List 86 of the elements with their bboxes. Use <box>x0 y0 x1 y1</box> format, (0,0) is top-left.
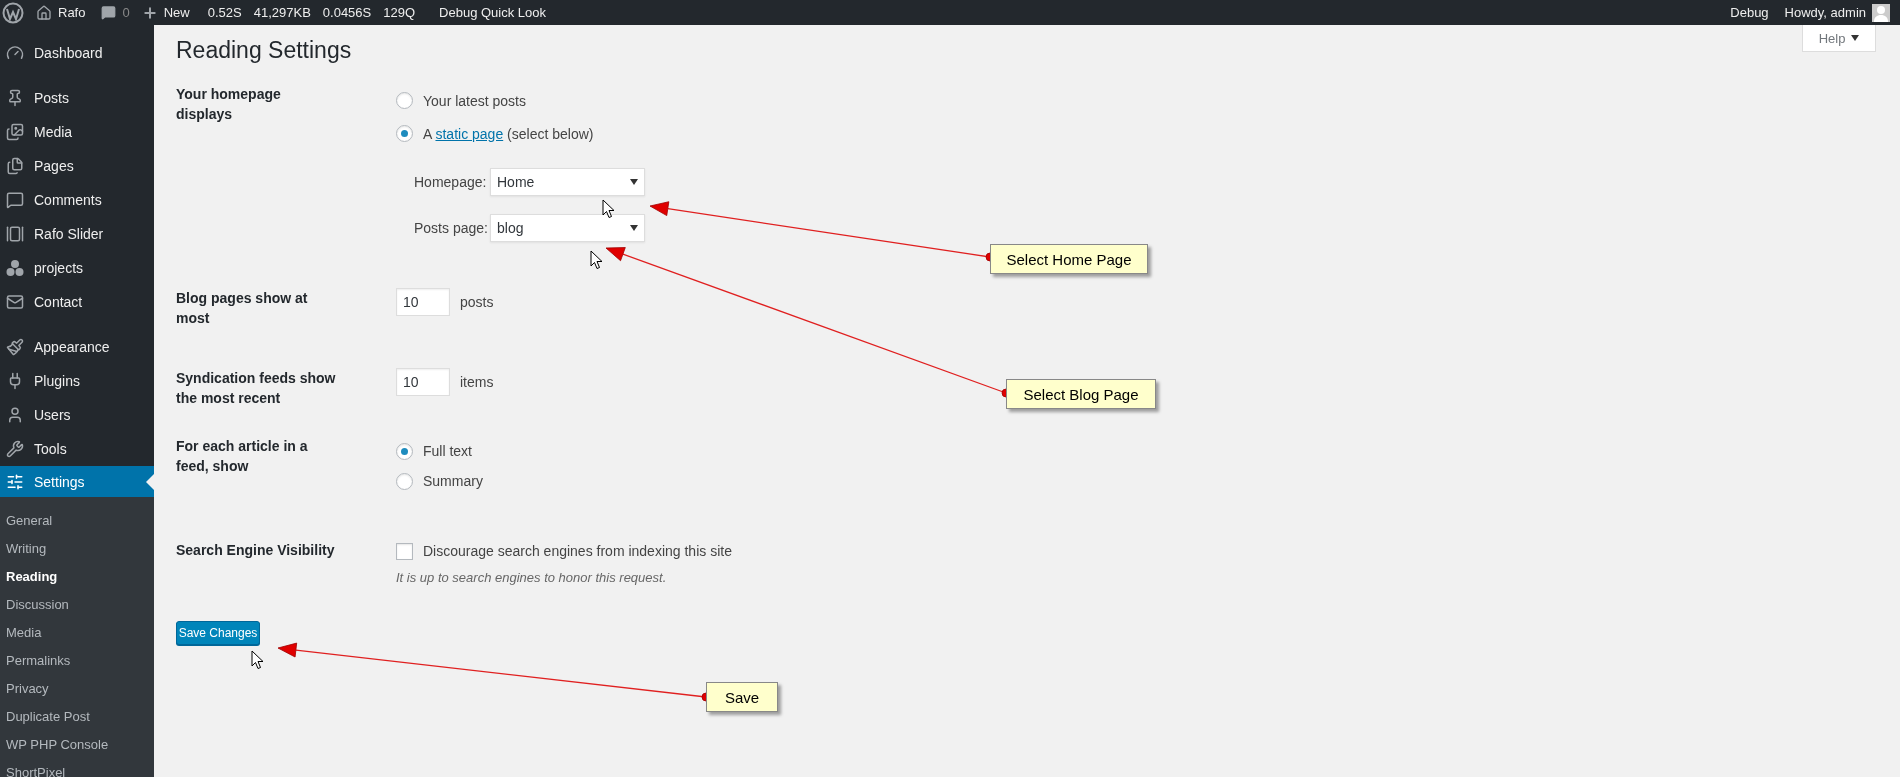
menu-item[interactable]: Pages <box>0 149 154 183</box>
menu-item[interactable]: Contact <box>0 285 154 319</box>
radio-button[interactable] <box>396 92 413 109</box>
menu-item[interactable]: Comments <box>0 183 154 217</box>
submenu-item[interactable]: Duplicate Post <box>6 708 90 724</box>
option-label: Summary <box>423 473 483 489</box>
checkbox[interactable] <box>396 542 413 560</box>
option-label: Full text <box>423 443 472 459</box>
submenu-item[interactable]: Permalinks <box>6 652 71 668</box>
hint-text: It is up to search engines to honor this request. <box>396 570 668 585</box>
radio-button[interactable] <box>396 472 413 490</box>
page-dropdown[interactable]: blog <box>490 214 645 242</box>
field-label: Syndication feeds show the most recent <box>176 369 336 408</box>
mouse-pointer-icon <box>251 650 264 670</box>
page-title: Reading Settings <box>176 37 352 64</box>
circles-icon <box>6 259 24 277</box>
comment-icon[interactable] <box>101 5 117 20</box>
account-greeting[interactable]: Howdy, admin <box>1784 5 1866 20</box>
number-field[interactable]: 10 <box>396 288 450 316</box>
menu-item-icon <box>6 406 24 424</box>
wordpress-logo[interactable] <box>2 1 24 24</box>
menu-item-icon <box>6 472 24 491</box>
submenu-item[interactable]: WP PHP Console <box>6 736 109 752</box>
home-icon[interactable] <box>36 4 52 21</box>
avatar[interactable] <box>1872 3 1890 22</box>
menu-item-icon <box>6 123 24 141</box>
debug-stat: 0.0456S <box>322 5 372 20</box>
menu-item-icon <box>6 89 24 107</box>
static-page-link[interactable]: static page <box>435 125 504 142</box>
field-label: Your homepage displays <box>176 85 282 124</box>
menu-item[interactable]: Posts <box>0 81 154 115</box>
menu-item-icon <box>6 157 24 175</box>
new-link[interactable]: New <box>163 5 190 20</box>
menu-item-icon <box>6 338 24 356</box>
caret-icon <box>1851 35 1860 41</box>
debug-stat: 41,297KB <box>253 5 311 20</box>
radio-button[interactable] <box>396 442 413 460</box>
site-name[interactable]: Rafo <box>58 5 86 20</box>
menu-item-icon <box>6 191 24 209</box>
mouse-pointer-icon <box>602 199 615 219</box>
callout-note: Select Blog Page <box>1006 379 1156 409</box>
page-dropdown[interactable]: Home <box>490 168 645 196</box>
menu-item[interactable]: Users <box>0 398 154 432</box>
menu-item[interactable]: Tools <box>0 432 154 466</box>
menu-item[interactable]: Plugins <box>0 364 154 398</box>
menu-item[interactable]: Media <box>0 115 154 149</box>
menu-item-icon <box>6 225 24 243</box>
number-field[interactable]: 10 <box>396 368 450 396</box>
field-label: Search Engine Visibility <box>176 541 336 560</box>
submenu-item[interactable]: ShortPixel <box>6 764 66 777</box>
select-label: Homepage: <box>414 174 484 190</box>
menu-item-icon <box>6 440 24 458</box>
quick-look-link[interactable]: Debug Quick Look <box>439 5 546 20</box>
menu-item[interactable]: Settings <box>0 466 154 497</box>
save-changes-button[interactable]: Save Changes <box>176 621 260 645</box>
debug-link[interactable]: Debug <box>1730 5 1769 20</box>
menu-item-icon <box>6 293 24 311</box>
menu-item[interactable]: projects <box>0 251 154 285</box>
submenu-item[interactable]: Writing <box>6 540 47 556</box>
comment-count: 0 <box>122 5 130 20</box>
caret-icon <box>630 225 638 231</box>
debug-stat: 0.52S <box>207 5 242 20</box>
option-label: A static page (select below) <box>423 125 594 142</box>
callout-note: Select Home Page <box>990 244 1148 274</box>
field-label: For each article in a feed, show <box>176 437 309 476</box>
submenu-item[interactable]: Reading <box>6 568 58 584</box>
unit-label: items <box>460 374 494 390</box>
menu-item[interactable]: Dashboard <box>0 36 154 70</box>
submenu-item[interactable]: Media <box>6 624 42 640</box>
menu-item-icon <box>6 44 24 62</box>
radio-button[interactable] <box>396 125 413 142</box>
option-label: Your latest posts <box>423 92 526 109</box>
callout-note: Save <box>706 682 778 712</box>
menu-item[interactable]: Rafo Slider <box>0 217 154 251</box>
option-label: Discourage search engines from indexing this site <box>423 543 732 559</box>
submenu-item[interactable]: Privacy <box>6 680 49 696</box>
unit-label: posts <box>460 294 494 310</box>
field-label: Blog pages show at most <box>176 289 309 328</box>
submenu-item[interactable]: General <box>6 512 53 528</box>
caret-icon <box>630 179 638 185</box>
menu-item[interactable]: Appearance <box>0 330 154 364</box>
mouse-pointer-icon <box>590 250 603 270</box>
submenu-item[interactable]: Discussion <box>6 596 69 612</box>
debug-stat: 129Q <box>383 5 416 20</box>
plus-icon[interactable] <box>141 4 158 21</box>
help-tab[interactable]: Help <box>1802 25 1876 52</box>
